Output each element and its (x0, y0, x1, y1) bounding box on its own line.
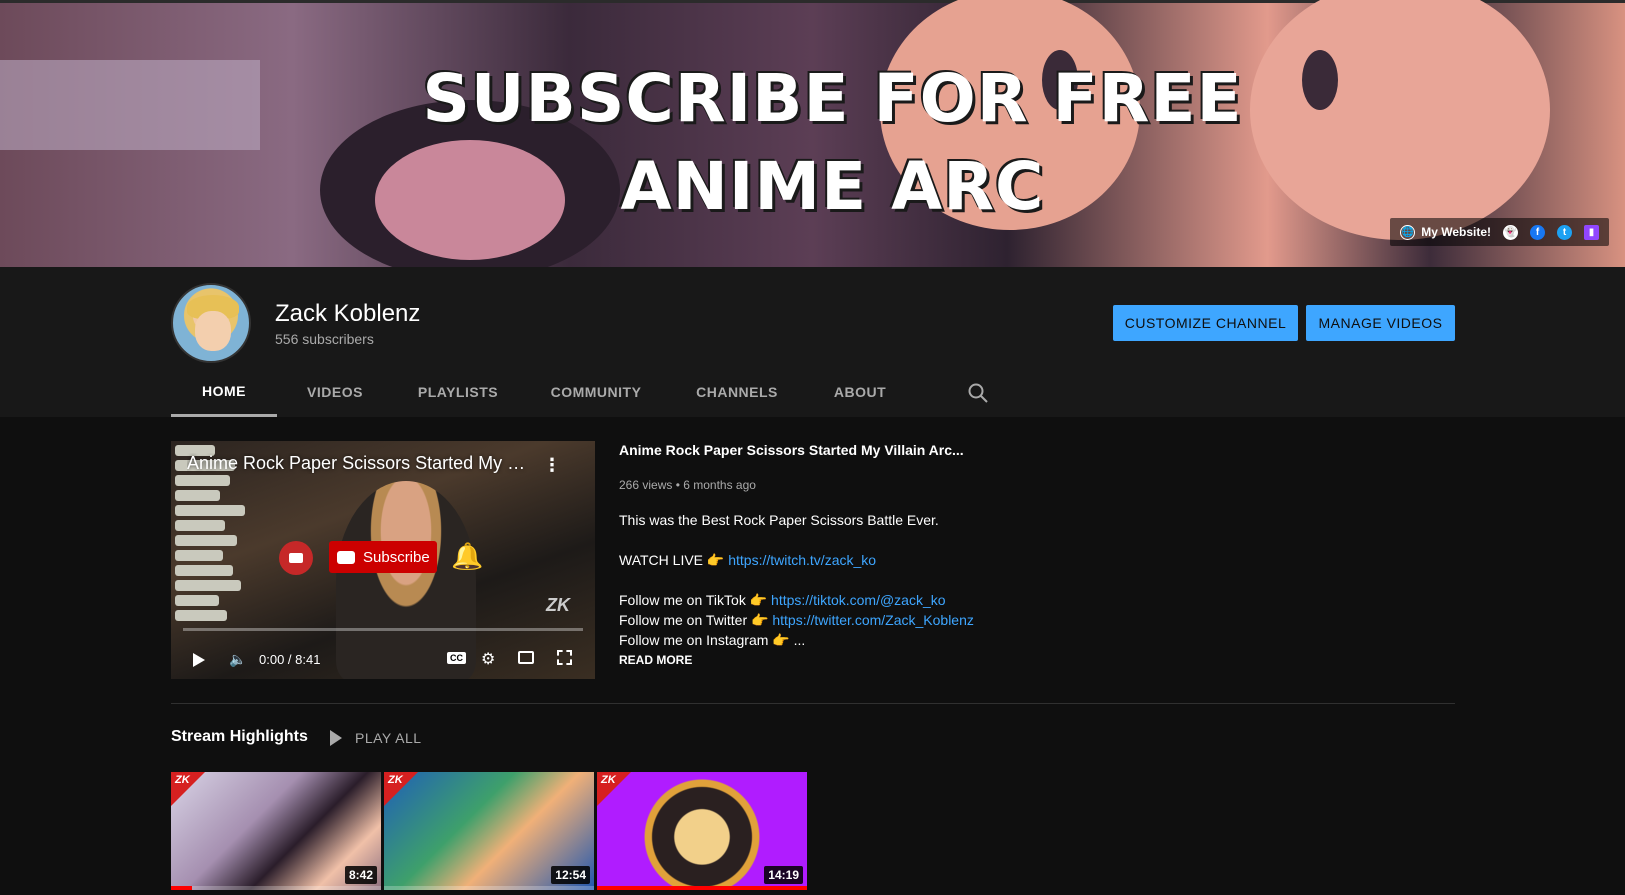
more-icon[interactable]: ⋮ (543, 455, 561, 476)
play-all-button[interactable]: PLAY ALL (355, 730, 422, 746)
tab-about[interactable]: ABOUT (805, 367, 915, 417)
play-icon[interactable] (193, 653, 205, 667)
video-thumbnail[interactable]: ZK 12:54 (384, 772, 594, 890)
video-duration: 14:19 (764, 866, 803, 884)
subscribe-label: Subscribe (363, 548, 430, 566)
channel-banner: SUBSCRIBE FOR FREE ANIME ARC 🌐 My Websit… (0, 0, 1625, 267)
video-thumbnail[interactable]: ZK 14:19 (597, 772, 807, 890)
facebook-icon[interactable]: f (1530, 224, 1545, 240)
tab-channels[interactable]: CHANNELS (669, 367, 805, 417)
banner-headline: SUBSCRIBE FOR FREE (422, 60, 1243, 137)
read-more-button[interactable]: READ MORE (619, 653, 692, 667)
website-label: My Website! (1421, 225, 1491, 239)
player-title[interactable]: Anime Rock Paper Scissors Started My Vi.… (187, 453, 532, 474)
featured-video-description: This was the Best Rock Paper Scissors Ba… (619, 510, 1079, 650)
desc-tiktok: Follow me on TikTok 👉 (619, 592, 768, 608)
section-divider (171, 703, 1455, 704)
channel-tabs: HOME VIDEOS PLAYLISTS COMMUNITY CHANNELS… (171, 367, 915, 417)
featured-video-player[interactable]: Anime Rock Paper Scissors Started My Vi.… (171, 441, 595, 679)
time-display: 0:00 / 8:41 (259, 652, 321, 667)
banner-subheadline: ANIME ARC (620, 148, 1045, 225)
cast-icon[interactable] (518, 651, 534, 664)
play-all-icon[interactable] (330, 730, 342, 746)
bell-icon[interactable]: 🔔 (451, 541, 483, 572)
shelf-title[interactable]: Stream Highlights (171, 728, 308, 746)
player-subscribe-button[interactable]: Subscribe (329, 541, 437, 573)
zk-badge-text: ZK (388, 774, 403, 786)
tab-videos[interactable]: VIDEOS (277, 367, 393, 417)
tiktok-link[interactable]: https://tiktok.com/@zack_ko (771, 592, 946, 608)
search-icon[interactable] (966, 381, 990, 405)
channel-header: Zack Koblenz 556 subscribers CUSTOMIZE C… (0, 267, 1625, 417)
featured-video-meta: 266 views • 6 months ago (619, 478, 756, 492)
video-thumbnail[interactable]: ZK 8:42 (171, 772, 381, 890)
website-link[interactable]: 🌐 My Website! (1400, 224, 1491, 240)
watch-progress (171, 886, 192, 890)
subscriber-count: 556 subscribers (275, 331, 374, 347)
youtube-logo-icon[interactable] (279, 541, 313, 575)
channel-watermark[interactable]: ZK (546, 595, 570, 616)
globe-icon: 🌐 (1400, 224, 1416, 240)
twitter-link[interactable]: https://twitter.com/Zack_Koblenz (772, 612, 974, 628)
tab-playlists[interactable]: PLAYLISTS (393, 367, 523, 417)
settings-gear-icon[interactable]: ⚙ (481, 649, 495, 669)
progress-track (384, 886, 594, 890)
video-duration: 12:54 (551, 866, 590, 884)
desc-instagram: Follow me on Instagram 👉 ... (619, 632, 806, 648)
manage-videos-button[interactable]: MANAGE VIDEOS (1306, 305, 1455, 341)
tab-community[interactable]: COMMUNITY (523, 367, 669, 417)
twitch-link[interactable]: https://twitch.tv/zack_ko (728, 552, 876, 568)
channel-name: Zack Koblenz (275, 300, 421, 327)
fullscreen-icon[interactable] (557, 650, 572, 665)
player-controls: 🔈 0:00 / 8:41 CC ⚙ (171, 639, 595, 679)
video-duration: 8:42 (344, 866, 377, 884)
customize-channel-button[interactable]: CUSTOMIZE CHANNEL (1113, 305, 1298, 341)
progress-track (171, 886, 381, 890)
desc-watch-live: WATCH LIVE 👉 (619, 552, 725, 568)
volume-icon[interactable]: 🔈 (229, 651, 246, 668)
avatar[interactable] (171, 283, 251, 363)
twitter-icon[interactable]: t (1557, 224, 1572, 240)
zk-badge-text: ZK (175, 774, 190, 786)
desc-twitter: Follow me on Twitter 👉 (619, 612, 769, 628)
twitch-icon[interactable]: ▮ (1584, 224, 1599, 240)
zk-badge-text: ZK (601, 774, 616, 786)
tab-home[interactable]: HOME (171, 367, 277, 417)
featured-video-title[interactable]: Anime Rock Paper Scissors Started My Vil… (619, 442, 964, 458)
desc-line: This was the Best Rock Paper Scissors Ba… (619, 512, 939, 528)
snapchat-icon[interactable]: 👻 (1503, 224, 1518, 240)
avatar-face (195, 311, 231, 351)
watch-progress (597, 886, 807, 890)
captions-icon[interactable]: CC (447, 652, 466, 664)
youtube-play-icon (337, 550, 355, 564)
banner-links: 🌐 My Website! 👻 f t ▮ (1390, 218, 1609, 246)
progress-bar[interactable] (183, 628, 583, 631)
